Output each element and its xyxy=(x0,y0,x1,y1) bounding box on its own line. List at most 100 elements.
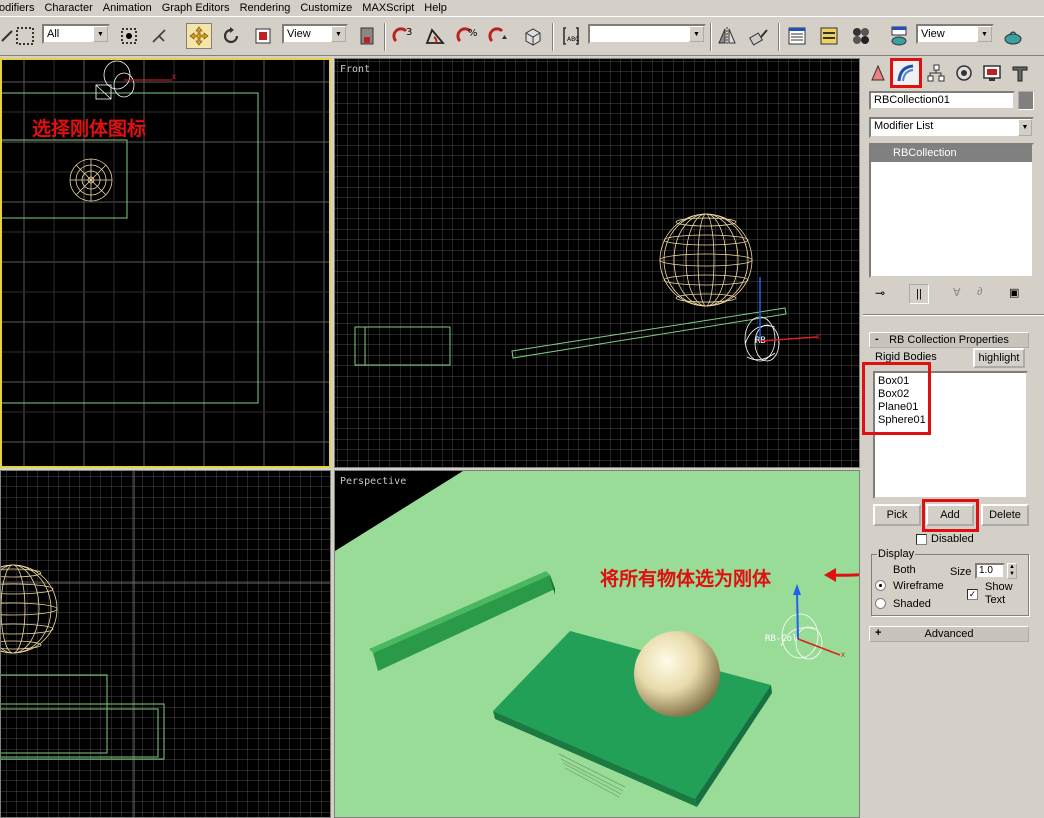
viewport-top[interactable]: x 选择刚体图标 xyxy=(0,58,331,468)
named-selection-dropdown[interactable]: ▼ xyxy=(588,24,706,44)
highlight-button[interactable]: highlight xyxy=(973,348,1025,368)
svg-text:x: x xyxy=(172,72,176,81)
material-editor-icon[interactable] xyxy=(848,23,874,49)
render-type-value: View xyxy=(921,28,945,40)
command-panel: RBCollection01 Modifier List ▼ RBCollect… xyxy=(862,58,1044,818)
svg-text:3: 3 xyxy=(406,27,412,38)
rb-collection-properties-rollout[interactable]: - RB Collection Properties xyxy=(869,332,1029,348)
svg-text:%: % xyxy=(468,28,478,39)
menu-character[interactable]: Character xyxy=(39,2,97,14)
make-unique-icon[interactable]: ∀ xyxy=(953,286,961,299)
modifier-list-value: Modifier List xyxy=(874,120,934,132)
add-button-highlight xyxy=(922,499,979,532)
rollout-title: RB Collection Properties xyxy=(889,334,1009,346)
viewport-front[interactable]: RB x Front xyxy=(334,58,860,468)
annotation-select-rigid-icon: 选择刚体图标 xyxy=(32,118,147,140)
percent-snap-icon[interactable]: % xyxy=(454,23,480,49)
object-name-field[interactable]: RBCollection01 xyxy=(869,91,1015,110)
size-spinner[interactable]: 1.0 xyxy=(975,563,1005,579)
both-label: Both xyxy=(893,564,916,576)
panel-divider xyxy=(863,314,1044,316)
menu-maxscript[interactable]: MAXScript xyxy=(357,2,419,14)
red-arrow-icon xyxy=(824,568,859,582)
menu-modifiers[interactable]: odifiers xyxy=(0,2,39,14)
front-viewport-canvas: RB x xyxy=(335,59,859,467)
modifier-list-dropdown[interactable]: Modifier List ▼ xyxy=(869,117,1034,138)
reference-coord-value: View xyxy=(287,28,311,40)
motion-tab-icon[interactable] xyxy=(950,60,978,86)
named-selection-sets-icon[interactable]: ABC xyxy=(558,23,584,49)
configure-modifier-sets-icon[interactable]: ▣ xyxy=(1009,286,1019,299)
menu-rendering[interactable]: Rendering xyxy=(235,2,296,14)
disabled-label: Disabled xyxy=(931,533,974,545)
display-tab-icon[interactable] xyxy=(978,60,1006,86)
shaded-label: Shaded xyxy=(893,598,931,610)
show-label: Show xyxy=(985,581,1013,593)
viewport-perspective[interactable]: RB-Col x Perspective 将所有物体选为刚体 xyxy=(334,470,860,818)
advanced-rollout[interactable]: + Advanced xyxy=(869,626,1029,642)
viewport-left[interactable] xyxy=(0,470,331,818)
chevron-down-icon: ▼ xyxy=(1018,119,1032,136)
svg-text:ABC: ABC xyxy=(567,36,579,43)
pin-stack-icon[interactable]: ⊸ xyxy=(875,286,885,300)
selection-filter-value: All xyxy=(47,28,60,40)
modify-tab-highlight xyxy=(890,58,922,88)
align-icon[interactable] xyxy=(746,23,772,49)
annotation-select-all-as-rigid: 将所有物体选为刚体 xyxy=(600,568,772,590)
select-region-icon[interactable] xyxy=(12,23,38,49)
bodies-list-highlight xyxy=(862,362,931,435)
select-by-name-icon[interactable] xyxy=(116,23,142,49)
pick-button[interactable]: Pick xyxy=(873,504,921,526)
remove-modifier-icon[interactable]: ∂ xyxy=(977,286,982,298)
quick-render-icon[interactable] xyxy=(1000,23,1026,49)
sphere-wire-top xyxy=(69,158,113,202)
size-spinner-arrows-icon[interactable]: ▲ ▼ xyxy=(1007,563,1017,579)
selection-filter-dropdown[interactable]: All ▼ xyxy=(42,24,110,44)
text-label: Text xyxy=(985,594,1006,606)
chevron-down-icon: ▼ xyxy=(977,26,992,42)
layer-manager-icon[interactable] xyxy=(784,23,810,49)
disabled-checkbox[interactable] xyxy=(916,534,927,545)
wireframe-radio[interactable] xyxy=(875,580,886,591)
main-toolbar: All ▼ View ▼ 3 % ABC ▼ View ▼ xyxy=(0,16,1044,56)
create-tab-icon[interactable] xyxy=(864,60,892,86)
toolbar-separator xyxy=(552,23,554,51)
select-and-rotate-icon[interactable] xyxy=(218,23,244,49)
toolbar-separator xyxy=(384,23,386,51)
render-scene-icon[interactable] xyxy=(886,23,912,49)
select-and-link-icon[interactable] xyxy=(146,23,172,49)
gizmo-label: RB-Col xyxy=(765,634,798,644)
menu-graph-editors[interactable]: Graph Editors xyxy=(157,2,235,14)
modifier-stack[interactable]: RBCollection xyxy=(869,143,1034,278)
menu-customize[interactable]: Customize xyxy=(295,2,357,14)
show-end-result-icon[interactable]: || xyxy=(909,284,929,304)
stack-item[interactable]: RBCollection xyxy=(871,145,1032,162)
viewport-label: Front xyxy=(340,64,371,75)
angle-snap-icon[interactable] xyxy=(422,23,448,49)
render-type-dropdown[interactable]: View ▼ xyxy=(916,24,994,44)
spinner-snap-icon[interactable] xyxy=(486,23,512,49)
menu-help[interactable]: Help xyxy=(419,2,452,14)
delete-button[interactable]: Delete xyxy=(981,504,1029,526)
stack-controls: ⊸ || ∀ ∂ ▣ xyxy=(869,284,1034,306)
reference-coord-dropdown[interactable]: View ▼ xyxy=(282,24,348,44)
object-color-swatch[interactable] xyxy=(1018,91,1034,110)
edit-named-selection-icon[interactable] xyxy=(520,23,546,49)
show-text-checkbox[interactable]: ✓ xyxy=(967,589,978,600)
perspective-viewport-canvas: RB-Col x xyxy=(335,471,859,817)
menu-animation[interactable]: Animation xyxy=(98,2,157,14)
viewport-label: Perspective xyxy=(340,476,407,487)
sphere-shaded xyxy=(634,631,720,717)
pivot-center-icon[interactable] xyxy=(354,23,380,49)
utilities-tab-icon[interactable] xyxy=(1006,60,1034,86)
curve-editor-icon[interactable] xyxy=(816,23,842,49)
select-and-move-icon[interactable] xyxy=(186,23,212,49)
select-and-scale-icon[interactable] xyxy=(250,23,276,49)
size-value: 1.0 xyxy=(979,565,993,576)
hierarchy-tab-icon[interactable] xyxy=(922,60,950,86)
chevron-down-icon: ▼ xyxy=(331,26,346,42)
left-viewport-canvas xyxy=(1,471,330,817)
mirror-icon[interactable] xyxy=(714,23,740,49)
shaded-radio[interactable] xyxy=(875,598,886,609)
snap-3d-icon[interactable]: 3 xyxy=(390,23,416,49)
